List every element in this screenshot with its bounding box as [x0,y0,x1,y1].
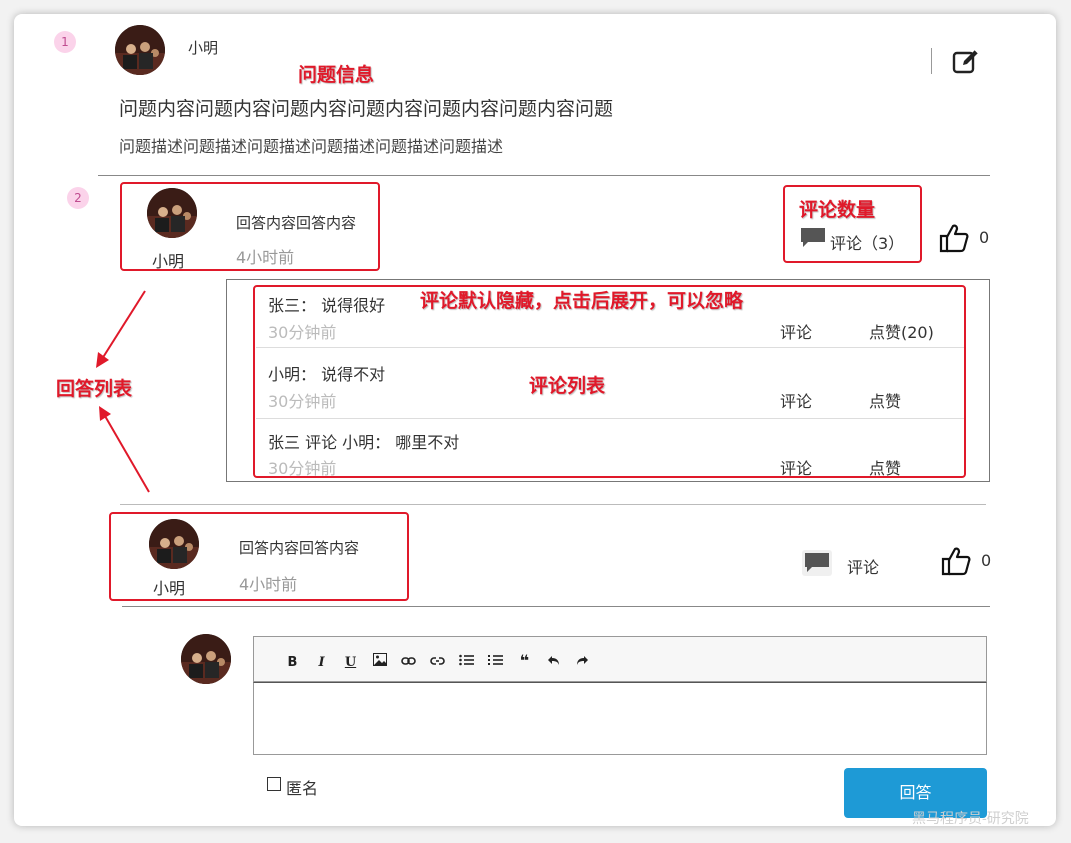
comment-3-like-button[interactable]: 点赞 [869,455,901,479]
editor-toolbar: B I U ❝ [253,636,987,682]
answer-1-time: 4小时前 [236,248,295,267]
comment-2-reply-button[interactable]: 评论 [780,388,812,412]
answer-2-comment-button[interactable]: 评论 [847,554,879,578]
answer-1-like-icon[interactable] [938,222,970,254]
comment-2-text: 小明： 说得不对 [268,365,386,384]
question-divider [98,175,990,176]
answer-divider [120,504,986,505]
comment-divider [256,347,964,348]
quote-icon[interactable]: ❝ [510,651,539,670]
image-icon[interactable] [365,653,394,670]
answer-2-time: 4小时前 [239,575,298,594]
comment-2-like-button[interactable]: 点赞 [869,388,901,412]
answer-2-like-count: 0 [981,551,992,570]
comment-1-time: 30分钟前 [268,323,337,342]
edit-icon[interactable] [951,47,981,77]
underline-button[interactable]: U [336,655,365,670]
unlink-icon[interactable] [423,655,452,670]
annotation-question-info: 问题信息 [298,64,375,86]
answers-end-divider [122,606,990,607]
annotation-comment-list: 评论列表 [529,375,606,397]
answer-1-like-count: 0 [979,228,990,247]
bullet-list-icon[interactable] [452,654,481,670]
italic-button[interactable]: I [307,655,336,670]
annotation-arrows [96,290,150,493]
answer-2-content: 回答内容回答内容 [239,539,360,557]
comment-divider [256,418,964,419]
comment-3-text: 张三 评论 小明： 哪里不对 [268,433,460,452]
link-icon[interactable] [394,655,423,670]
comment-1-reply-button[interactable]: 评论 [780,319,812,343]
annotation-comment-count: 评论数量 [799,199,876,221]
answer-2-avatar [149,519,199,569]
comment-2-time: 30分钟前 [268,392,337,411]
redo-icon[interactable] [568,655,597,670]
answer-2-comment-icon[interactable] [802,550,832,576]
answer-1-content: 回答内容回答内容 [236,214,357,232]
numbered-list-icon[interactable] [481,654,510,670]
current-user-avatar [181,634,231,684]
answer-editor-textarea[interactable] [253,682,987,755]
undo-icon[interactable] [539,655,568,670]
comment-icon[interactable] [800,227,826,249]
answer-1-comment-button[interactable]: 评论（3） [830,230,904,254]
annotation-hidden-comments: 评论默认隐藏，点击后展开，可以忽略 [420,290,744,312]
anonymous-label: 匿名 [286,779,319,798]
answer-2-user-name: 小明 [153,579,186,598]
comment-3-reply-button[interactable]: 评论 [780,455,812,479]
qa-card: 1 小明 问题信息 问题内容问题内容问题内容问题内容问题内容问题内容问题 问题描… [14,14,1056,827]
bold-button[interactable]: B [278,655,307,670]
watermark: 黑马程序员-研究院 [912,811,1029,827]
header-divider [931,48,932,74]
comment-1-text: 张三： 说得很好 [268,296,386,315]
comment-3-time: 30分钟前 [268,459,337,478]
anonymous-checkbox[interactable] [267,777,281,791]
answer-2-like-icon[interactable] [940,545,972,577]
comment-1-like-button[interactable]: 点赞(20) [869,319,934,343]
